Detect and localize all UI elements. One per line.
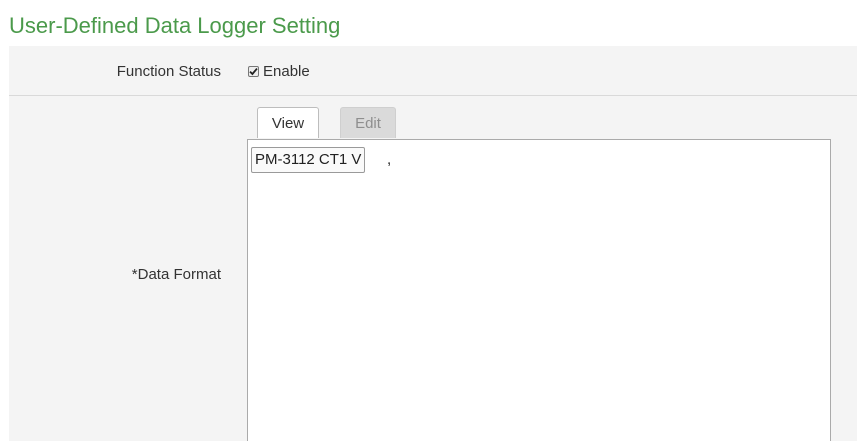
- settings-table: Function Status Enable *Data Format View…: [9, 46, 857, 441]
- checkmark-icon: [249, 68, 258, 76]
- function-status-row: Function Status Enable: [9, 46, 857, 96]
- tab-edit[interactable]: Edit: [340, 107, 396, 138]
- data-format-row: *Data Format View Edit PM-3112 CT1 V ,: [9, 97, 857, 441]
- tab-view[interactable]: View: [257, 107, 319, 138]
- enable-checkbox-control[interactable]: Enable: [248, 63, 310, 80]
- page-title: User-Defined Data Logger Setting: [9, 13, 341, 38]
- data-token-chip[interactable]: PM-3112 CT1 V: [251, 147, 366, 173]
- enable-checkbox[interactable]: [248, 66, 259, 77]
- data-format-editor[interactable]: PM-3112 CT1 V ,: [247, 139, 831, 441]
- enable-checkbox-label: Enable: [263, 63, 310, 80]
- data-format-label: *Data Format: [131, 266, 221, 283]
- token-separator: ,: [387, 151, 392, 168]
- function-status-label: Function Status: [116, 63, 221, 80]
